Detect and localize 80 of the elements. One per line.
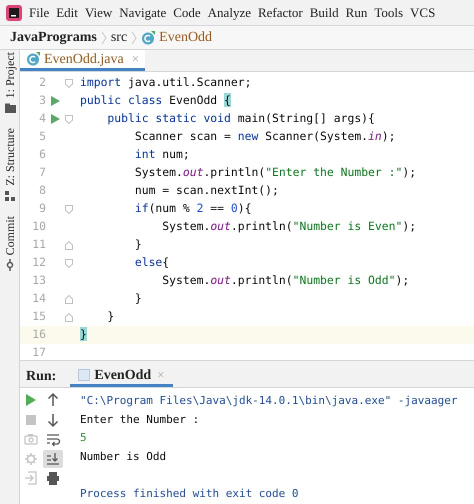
line-number: 13 xyxy=(32,273,46,288)
console-line: 5 xyxy=(80,430,87,446)
breadcrumb-item[interactable]: src xyxy=(110,27,128,48)
line-number: 5 xyxy=(39,129,46,144)
up-arrow-icon xyxy=(45,392,61,408)
fold-icon[interactable] xyxy=(65,240,73,250)
line-number: 4 xyxy=(39,111,46,126)
editor-tab[interactable]: EvenOdd.java × xyxy=(20,50,146,71)
exit-icon xyxy=(23,470,39,486)
menu-item[interactable]: Run xyxy=(346,2,368,22)
code-line: if(num % 2 == 0){ xyxy=(134,201,252,216)
line-number: 16 xyxy=(32,327,46,342)
code-line: public class EvenOdd { xyxy=(80,93,231,108)
code-line: else{ xyxy=(134,255,170,270)
line-number: 14 xyxy=(32,291,46,306)
line-number: 7 xyxy=(39,165,46,180)
menu-item[interactable]: Edit xyxy=(56,2,78,22)
code-line: } xyxy=(106,309,114,324)
fold-icon[interactable] xyxy=(65,204,73,214)
line-number: 6 xyxy=(39,147,46,162)
fold-icon[interactable] xyxy=(65,312,73,322)
menu-item[interactable]: Navigate xyxy=(119,2,166,22)
menu-item[interactable]: File xyxy=(29,2,50,22)
console-line: "C:\Program Files\Java\jdk-14.0.1\bin\java.exe" -javaager xyxy=(80,393,458,409)
code-line: import java.util.Scanner; xyxy=(80,75,252,90)
app-logo-icon xyxy=(6,4,22,20)
down-arrow-icon xyxy=(45,412,61,428)
code-line: System.out.println("Number is Odd"); xyxy=(161,273,410,288)
line-number: 15 xyxy=(32,309,46,324)
code-line: } xyxy=(134,237,142,252)
console-icon xyxy=(78,369,90,381)
menu-item[interactable]: Analyze xyxy=(208,2,251,22)
fold-icon[interactable] xyxy=(65,78,73,88)
menu-item[interactable]: View xyxy=(84,2,112,22)
tool-window-tab[interactable]: Z: Structure xyxy=(4,128,16,202)
run-tab[interactable]: EvenOdd × xyxy=(70,366,173,387)
menu-item[interactable]: VCS xyxy=(410,2,436,22)
chevron-icon xyxy=(131,30,138,44)
project-icon xyxy=(4,102,16,114)
code-line: Scanner scan = new Scanner(System.in); xyxy=(134,129,396,144)
line-number: 3 xyxy=(39,93,46,108)
panel-title: Run: xyxy=(26,368,56,386)
chevron-icon xyxy=(100,30,107,44)
line-number: 2 xyxy=(39,75,46,90)
menu-item[interactable]: Build xyxy=(310,2,339,22)
console-line: Process finished with exit code 0 xyxy=(80,486,299,502)
line-number: 11 xyxy=(32,237,46,252)
structure-icon xyxy=(4,190,16,202)
run-icon[interactable] xyxy=(50,96,60,106)
line-number: 9 xyxy=(39,201,46,216)
tab-label[interactable]: EvenOdd.java xyxy=(44,48,124,70)
class-icon xyxy=(26,52,40,66)
line-number: 10 xyxy=(32,219,46,234)
camera-icon xyxy=(23,431,39,448)
code-line: } xyxy=(134,291,142,306)
tool-window-tab[interactable]: 1: Project xyxy=(4,52,16,114)
code-line: System.out.println("Enter the Number :"); xyxy=(134,165,416,180)
menu-item[interactable]: Tools xyxy=(374,2,404,22)
menu-item[interactable]: Refactor xyxy=(258,2,303,22)
line-number: 12 xyxy=(32,255,46,270)
code-line: public static void main(String[] args){ xyxy=(106,111,375,126)
class-icon xyxy=(141,30,156,44)
tab-label[interactable]: EvenOdd xyxy=(94,364,152,386)
console-line: Enter the Number : xyxy=(80,412,200,428)
code-line: System.out.println("Number is Even"); xyxy=(161,219,416,234)
scroll-to-end-button[interactable] xyxy=(43,450,63,468)
code-line: int num; xyxy=(134,147,190,162)
scroll-to-end-icon xyxy=(45,450,61,467)
line-number: 17 xyxy=(32,345,46,360)
fold-icon[interactable] xyxy=(65,114,73,124)
code-line: num = scan.nextInt(); xyxy=(134,183,279,198)
line-number: 8 xyxy=(39,183,46,198)
fold-icon[interactable] xyxy=(65,258,73,268)
menu-item[interactable]: Code xyxy=(173,2,201,22)
tool-window-tab[interactable]: Commit xyxy=(4,216,16,272)
breadcrumb-item[interactable]: JavaPrograms xyxy=(10,27,97,48)
fold-icon[interactable] xyxy=(65,294,73,304)
breadcrumb-item[interactable]: EvenOdd xyxy=(159,27,212,48)
console-line: Number is Odd xyxy=(80,448,166,464)
run-icon[interactable] xyxy=(50,114,60,124)
